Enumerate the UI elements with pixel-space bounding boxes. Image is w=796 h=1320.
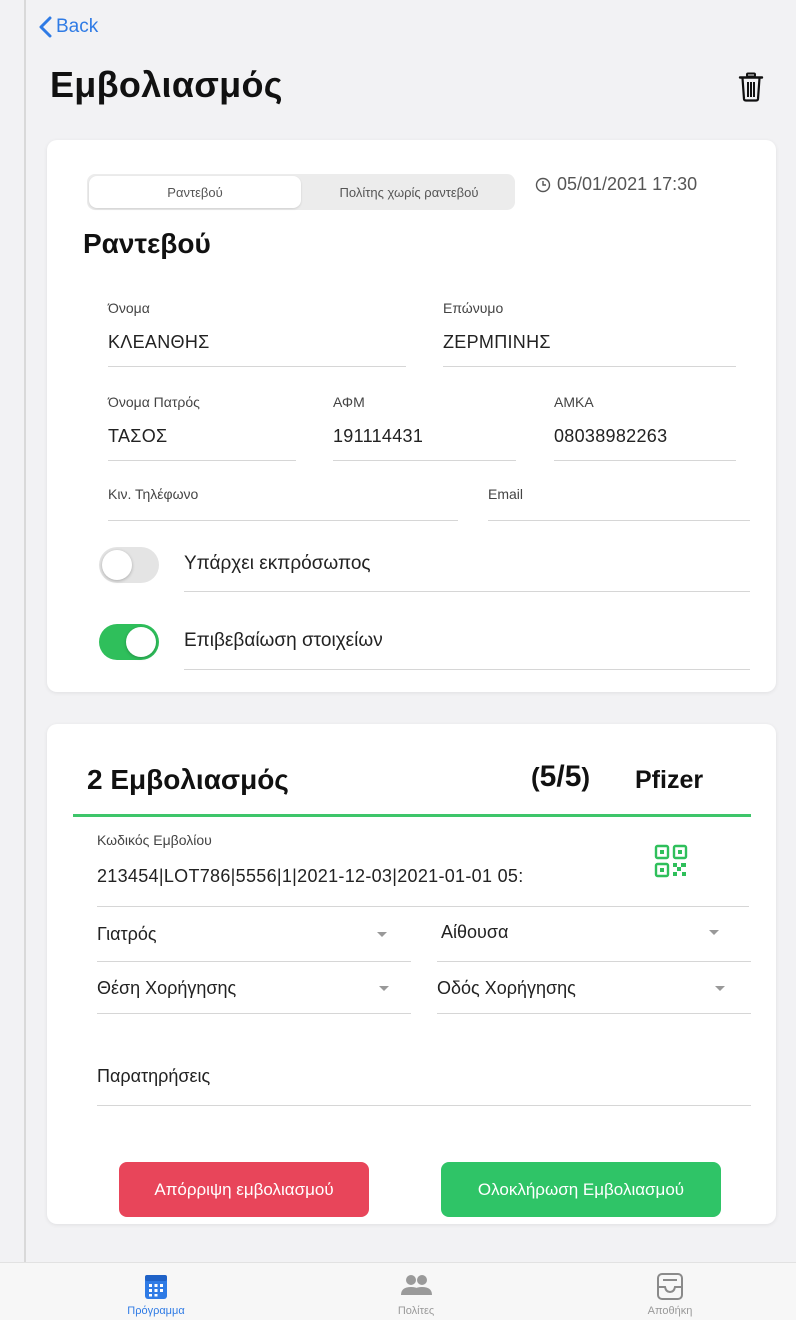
representative-toggle-label: Υπάρχει εκπρόσωπος xyxy=(184,553,371,574)
dose-count-open: ( xyxy=(531,762,540,792)
toggle-knob xyxy=(102,550,132,580)
section-divider xyxy=(73,814,751,817)
father-name-value: ΤΑΣΟΣ xyxy=(108,426,168,446)
mobile-label: Κιν. Τηλέφωνο xyxy=(108,486,199,502)
father-name-label: Όνομα Πατρός xyxy=(108,394,200,410)
vaccination-screen: Back Εμβολιασμός Ραντεβού Πολίτης χωρίς … xyxy=(0,0,796,1320)
confirm-details-underline xyxy=(184,669,750,670)
chevron-down-icon xyxy=(379,986,389,991)
back-button[interactable]: Back xyxy=(38,16,98,38)
vaccine-code-value: 213454|LOT786|5556|1|2021-12-03|2021-01-… xyxy=(97,866,524,886)
clock-icon xyxy=(535,177,551,192)
vaccine-code-label: Κωδικός Εμβολίου xyxy=(97,832,212,848)
last-name-label: Επώνυμο xyxy=(443,300,504,316)
inbox-icon xyxy=(657,1273,683,1300)
doctor-select[interactable]: Γιατρός xyxy=(97,924,387,945)
administration-route-underline xyxy=(437,1013,751,1014)
people-icon xyxy=(401,1275,432,1295)
chevron-down-icon xyxy=(377,932,387,937)
first-name-underline xyxy=(108,366,406,367)
doctor-select-label: Γιατρός xyxy=(97,924,157,944)
administration-site-label: Θέση Χορήγησης xyxy=(97,978,237,998)
confirm-details-toggle[interactable] xyxy=(99,624,159,660)
back-label: Back xyxy=(56,16,99,37)
tab-schedule[interactable]: Πρόγραμμα xyxy=(96,1271,216,1317)
chevron-left-icon xyxy=(39,16,52,38)
amka-underline xyxy=(554,460,736,461)
last-name-value: ΖΕΡΜΠΙΝΗΣ xyxy=(443,332,551,352)
tab-warehouse-label: Αποθήκη xyxy=(647,1305,693,1317)
amka-field[interactable]: ΑΜΚΑ 08038982263 xyxy=(554,394,736,461)
tab-warehouse[interactable]: Αποθήκη xyxy=(610,1271,730,1317)
dose-count: (5/5) xyxy=(531,760,590,794)
vaccination-section-title: 2 Εμβολιασμός xyxy=(87,764,289,795)
chevron-down-icon xyxy=(709,930,719,935)
room-select-label: Αίθουσα xyxy=(441,922,509,942)
datetime-text: 05/01/2021 17:30 xyxy=(557,174,698,194)
father-name-underline xyxy=(108,460,296,461)
segment-appointment[interactable]: Ραντεβού xyxy=(89,176,301,208)
administration-route-label: Οδός Χορήγησης xyxy=(437,978,576,998)
appointment-section-title: Ραντεβού xyxy=(83,228,211,259)
amka-value: 08038982263 xyxy=(554,426,668,446)
dose-count-close: ) xyxy=(581,762,591,792)
administration-site-select[interactable]: Θέση Χορήγησης xyxy=(97,978,397,999)
afm-field[interactable]: ΑΦΜ 191114431 xyxy=(333,394,516,461)
afm-underline xyxy=(333,460,516,461)
first-name-value: ΚΛΕΑΝΘΗΣ xyxy=(108,332,210,352)
first-name-label: Όνομα xyxy=(108,300,150,316)
vaccine-code-field[interactable]: Κωδικός Εμβολίου 213454|LOT786|5556|1|20… xyxy=(97,832,749,907)
amka-label: ΑΜΚΑ xyxy=(554,394,594,410)
email-underline xyxy=(488,520,750,521)
last-name-field[interactable]: Επώνυμο ΖΕΡΜΠΙΝΗΣ xyxy=(443,300,736,367)
calendar-icon xyxy=(145,1275,167,1299)
afm-value: 191114431 xyxy=(333,426,424,446)
notes-underline xyxy=(97,1105,751,1106)
trash-icon[interactable] xyxy=(738,72,764,102)
administration-site-underline xyxy=(97,1013,411,1014)
segment-no-appointment[interactable]: Πολίτης χωρίς ραντεβού xyxy=(303,174,515,210)
toggle-knob xyxy=(126,627,156,657)
email-label: Email xyxy=(488,486,524,502)
tab-citizens[interactable]: Πολίτες xyxy=(356,1271,476,1317)
notes-field[interactable]: Παρατηρήσεις xyxy=(97,1066,697,1087)
bottom-tab-bar: Πρόγραμμα Πολίτες Αποθήκη xyxy=(0,1262,796,1320)
representative-toggle[interactable] xyxy=(99,547,159,583)
tab-citizens-label: Πολίτες xyxy=(397,1305,435,1317)
reject-vaccination-button[interactable]: Απόρριψη εμβολιασμού xyxy=(119,1162,369,1217)
page-title: Εμβολιασμός xyxy=(50,64,283,105)
vaccine-code-underline xyxy=(97,906,749,907)
room-select-underline xyxy=(437,961,751,962)
vaccination-card: 2 Εμβολιασμός (5/5) Pfizer Κωδικός Εμβολ… xyxy=(47,724,776,1224)
room-select[interactable]: Αίθουσα xyxy=(441,922,726,943)
email-field[interactable]: Email xyxy=(488,486,750,521)
afm-label: ΑΦΜ xyxy=(333,394,365,410)
last-name-underline xyxy=(443,366,736,367)
notes-placeholder: Παρατηρήσεις xyxy=(97,1066,211,1086)
father-name-field[interactable]: Όνομα Πατρός ΤΑΣΟΣ xyxy=(108,394,296,461)
confirm-details-toggle-label: Επιβεβαίωση στοιχείων xyxy=(184,630,383,651)
complete-vaccination-button[interactable]: Ολοκλήρωση Εμβολιασμού xyxy=(441,1162,721,1217)
chevron-down-icon xyxy=(715,986,725,991)
appointment-datetime: 05/01/2021 17:30 xyxy=(535,174,697,195)
representative-underline xyxy=(184,591,750,592)
appointment-type-segmented-control: Ραντεβού Πολίτης χωρίς ραντεβού xyxy=(87,174,515,210)
left-edge-divider xyxy=(24,0,26,1319)
mobile-field[interactable]: Κιν. Τηλέφωνο xyxy=(108,486,458,521)
appointment-card: Ραντεβού Πολίτης χωρίς ραντεβού 05/01/20… xyxy=(47,140,776,692)
qr-code-icon[interactable] xyxy=(654,844,688,878)
first-name-field[interactable]: Όνομα ΚΛΕΑΝΘΗΣ xyxy=(108,300,406,367)
doctor-select-underline xyxy=(97,961,411,962)
mobile-underline xyxy=(108,520,458,521)
dose-count-value: 5/5 xyxy=(539,760,582,793)
vaccine-brand: Pfizer xyxy=(635,766,704,794)
administration-route-select[interactable]: Οδός Χορήγησης xyxy=(437,978,737,999)
tab-schedule-label: Πρόγραμμα xyxy=(127,1305,185,1317)
